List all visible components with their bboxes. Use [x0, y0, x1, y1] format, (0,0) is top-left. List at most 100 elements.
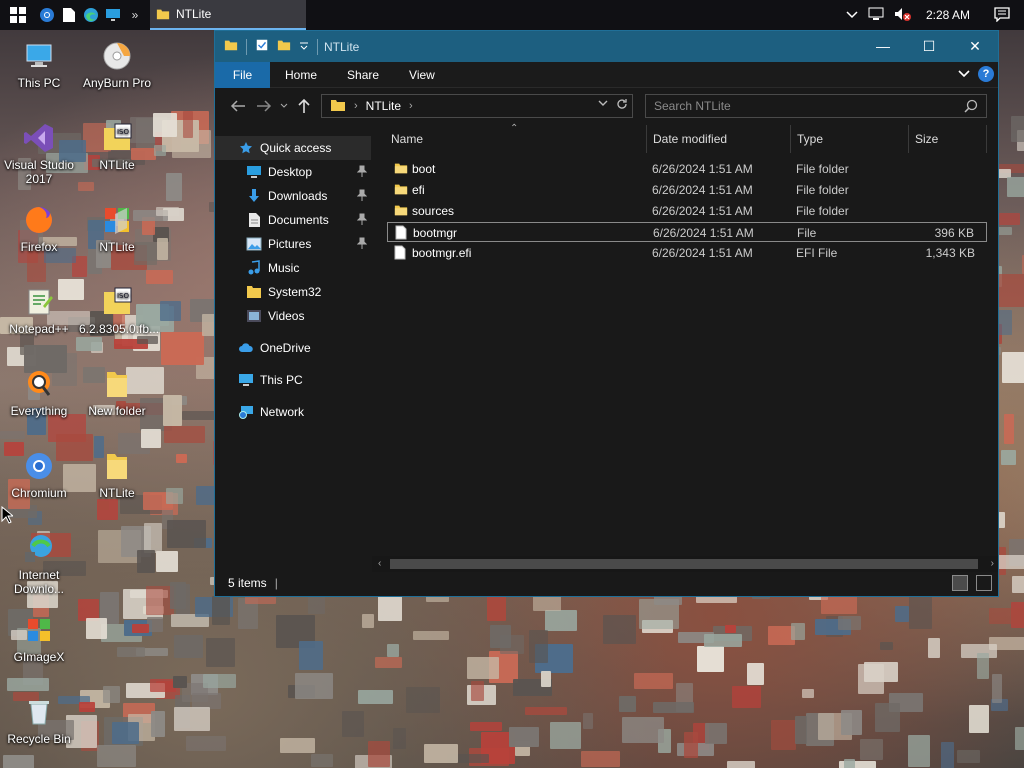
chevron-up-icon[interactable] — [846, 8, 858, 22]
tab-share[interactable]: Share — [332, 62, 394, 88]
new-folder-icon[interactable] — [277, 38, 291, 55]
file-row-bootmgr-efi[interactable]: bootmgr.efi 6/26/2024 1:51 AM EFI File 1,34… — [387, 243, 987, 263]
close-button[interactable]: ✕ — [952, 31, 998, 61]
nav-item-network[interactable]: Network — [215, 400, 371, 424]
network-icon[interactable] — [868, 7, 884, 24]
breadcrumb-separator[interactable]: › — [354, 100, 358, 112]
desktop-icon-anyburn[interactable]: AnyBurn Pro — [79, 40, 155, 90]
nav-item-downloads[interactable]: Downloads — [215, 184, 371, 208]
title-bar[interactable]: NTLite — ☐ ✕ — [215, 31, 998, 62]
address-dropdown-icon[interactable] — [598, 98, 608, 113]
nav-item-music[interactable]: Music — [215, 256, 371, 280]
desktop-icon-chromium[interactable]: Chromium — [1, 450, 77, 500]
desktop-icon[interactable] — [102, 0, 124, 30]
wallpaper-building — [864, 662, 898, 682]
desktop-icon-label: Chromium — [11, 486, 67, 500]
scrollbar-thumb[interactable] — [390, 559, 978, 569]
desktop-icon-ntlite-app[interactable]: NTLite — [79, 204, 155, 254]
mouse-cursor-icon — [1, 505, 15, 527]
nav-item-this-pc[interactable]: This PC — [215, 368, 371, 392]
volume-muted-icon[interactable] — [894, 7, 912, 24]
nav-item-pictures[interactable]: Pictures — [215, 232, 371, 256]
action-center-icon[interactable] — [994, 6, 1010, 25]
scroll-right-icon[interactable]: › — [991, 558, 994, 569]
desktop-icon-this-pc[interactable]: This PC — [1, 40, 77, 90]
search-box[interactable] — [645, 94, 987, 118]
scroll-left-icon[interactable]: ‹ — [378, 558, 381, 569]
pin-icon[interactable] — [356, 213, 368, 228]
wallpaper-building — [0, 431, 25, 439]
search-icon[interactable] — [964, 99, 978, 116]
address-bar[interactable]: › NTLite › — [321, 94, 633, 118]
desktop-icon-ntlite-iso[interactable]: ISO NTLite — [79, 122, 155, 172]
column-header-name[interactable]: Name — [385, 125, 647, 153]
desktop-icon-everything[interactable]: Everything — [1, 368, 77, 418]
tab-home[interactable]: Home — [270, 62, 332, 88]
wallpaper-building — [78, 182, 94, 191]
desktop-icon-ntlite-folder[interactable]: NTLite — [79, 450, 155, 500]
idm-icon — [23, 532, 55, 564]
nav-item-documents[interactable]: Documents — [215, 208, 371, 232]
details-view-button[interactable] — [952, 575, 968, 591]
tab-view[interactable]: View — [394, 62, 450, 88]
chrome-icon[interactable] — [36, 0, 58, 30]
wallpaper-building — [1007, 177, 1024, 197]
clock[interactable]: 2:28 AM — [926, 8, 970, 22]
taskbar-overflow[interactable]: » — [124, 0, 146, 30]
column-header-date[interactable]: Date modified — [647, 125, 791, 153]
desktop-icon-new-folder[interactable]: New folder — [79, 368, 155, 418]
breadcrumb-ntlite[interactable]: NTLite — [366, 99, 401, 113]
desktop-icon-label: NTLite — [99, 486, 135, 500]
desktop-icon-iso-file[interactable]: ISO 6.2.8305.0.fb... — [79, 286, 159, 336]
minimize-button[interactable]: — — [860, 31, 906, 61]
wallpaper-building — [378, 593, 402, 621]
arrow-left-icon — [230, 100, 245, 112]
search-input[interactable] — [654, 99, 954, 113]
refresh-icon[interactable] — [616, 98, 628, 113]
desktop-icon-idm[interactable]: Internet Downlo... — [1, 532, 77, 596]
wallpaper-building — [299, 641, 323, 670]
back-button[interactable] — [225, 94, 251, 118]
desktop-icon-visual-studio[interactable]: Visual Studio 2017 — [1, 122, 77, 186]
pin-icon[interactable] — [356, 237, 368, 252]
desktop-icon-recycle-bin[interactable]: Recycle Bin — [1, 696, 77, 746]
nav-item-onedrive[interactable]: OneDrive — [215, 336, 371, 360]
nav-item-quick-access[interactable]: Quick access — [215, 136, 371, 160]
document-icon[interactable] — [58, 0, 80, 30]
wallpaper-building — [170, 582, 186, 609]
desktop-icon-firefox[interactable]: Firefox — [1, 204, 77, 254]
column-header-size[interactable]: Size — [909, 125, 987, 153]
search-app-icon — [23, 368, 55, 400]
desktop-icon-gimagex[interactable]: GImageX — [1, 614, 77, 664]
start-button[interactable] — [0, 0, 36, 30]
tab-file[interactable]: File — [215, 61, 270, 88]
breadcrumb-separator[interactable]: › — [409, 100, 413, 112]
file-row-bootmgr[interactable]: bootmgr 6/26/2024 1:51 AM File 396 KB — [387, 222, 987, 242]
expand-ribbon-icon[interactable] — [958, 67, 970, 81]
desktop-icon-label: Everything — [10, 404, 68, 418]
wallpaper-building — [697, 646, 724, 672]
file-row-efi[interactable]: efi 6/26/2024 1:51 AM File folder — [387, 180, 987, 200]
file-row-boot[interactable]: boot 6/26/2024 1:51 AM File folder — [387, 159, 987, 179]
recent-locations-button[interactable] — [277, 94, 291, 118]
properties-icon[interactable] — [255, 38, 269, 55]
arrow-up-icon — [298, 98, 310, 113]
desktop-icon-notepadpp[interactable]: Notepad++ — [1, 286, 77, 336]
maximize-button[interactable]: ☐ — [906, 31, 952, 61]
customize-qat-icon[interactable] — [299, 40, 309, 54]
wallpaper-building — [7, 678, 49, 691]
nav-item-desktop[interactable]: Desktop — [215, 160, 371, 184]
chevron-down-icon — [280, 103, 288, 108]
file-row-sources[interactable]: sources 6/26/2024 1:51 AM File folder — [387, 201, 987, 221]
edge-icon[interactable] — [80, 0, 102, 30]
forward-button[interactable] — [251, 94, 277, 118]
pin-icon[interactable] — [356, 165, 368, 180]
taskbar-active-window[interactable]: NTLite — [150, 0, 306, 30]
column-header-type[interactable]: Type — [791, 125, 909, 153]
up-button[interactable] — [291, 94, 317, 118]
nav-item-videos[interactable]: Videos — [215, 304, 371, 328]
nav-item-system32[interactable]: System32 — [215, 280, 371, 304]
pin-icon[interactable] — [356, 189, 368, 204]
help-icon[interactable]: ? — [978, 66, 994, 82]
large-icons-view-button[interactable] — [976, 575, 992, 591]
